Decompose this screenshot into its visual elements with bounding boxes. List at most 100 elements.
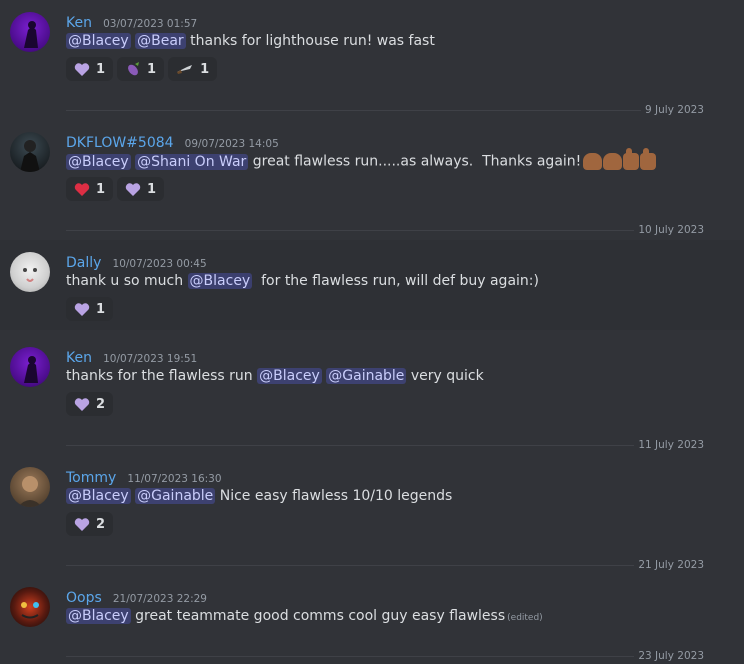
message-header: Ken 10/07/2023 19:51 bbox=[66, 347, 197, 366]
author-name[interactable]: Ken bbox=[66, 350, 92, 366]
reactions: 2 bbox=[66, 392, 114, 416]
user-mention[interactable]: @Gainable bbox=[135, 488, 216, 504]
message-text: great flawless run.....as always. Thanks… bbox=[248, 153, 582, 170]
reaction-button[interactable]: 1 bbox=[66, 177, 114, 201]
reaction-button[interactable]: 1 bbox=[117, 57, 165, 81]
red-heart-icon bbox=[74, 182, 90, 197]
author-name[interactable]: DKFLOW#5084 bbox=[66, 135, 174, 151]
date-divider bbox=[66, 656, 704, 657]
purple-heart-icon bbox=[74, 517, 90, 532]
message: Oops 21/07/2023 22:29 @Blacey great team… bbox=[0, 575, 744, 645]
reaction-count: 1 bbox=[147, 181, 157, 197]
message: Ken 03/07/2023 01:57 @Blacey @Bear thank… bbox=[0, 0, 744, 92]
date-divider bbox=[66, 565, 704, 566]
reaction-count: 1 bbox=[96, 61, 106, 77]
author-name[interactable]: Ken bbox=[66, 15, 92, 31]
message-content: @Blacey great teammate good comms cool g… bbox=[66, 608, 543, 624]
date-divider-label: 10 July 2023 bbox=[634, 224, 704, 236]
purple-heart-icon bbox=[125, 182, 141, 197]
user-mention[interactable]: @Blacey bbox=[66, 33, 131, 49]
reaction-button[interactable]: 1 bbox=[66, 57, 114, 81]
message-text: thanks for the flawless run bbox=[66, 368, 258, 384]
date-divider-label: 9 July 2023 bbox=[641, 104, 704, 116]
user-mention[interactable]: @Shani On War bbox=[135, 153, 249, 170]
reactions: 11 bbox=[66, 177, 165, 201]
user-mention[interactable]: @Blacey bbox=[66, 153, 131, 170]
message-text: Nice easy flawless 10/10 legends bbox=[215, 488, 453, 504]
reaction-count: 1 bbox=[147, 61, 157, 77]
message-content: thank u so much @Blacey for the flawless… bbox=[66, 273, 539, 289]
reaction-count: 2 bbox=[96, 396, 106, 412]
reaction-count: 1 bbox=[96, 301, 106, 317]
timestamp: 09/07/2023 14:05 bbox=[184, 138, 279, 150]
user-mention[interactable]: @Blacey bbox=[66, 608, 131, 624]
user-mention[interactable]: @Gainable bbox=[326, 368, 407, 384]
user-mention[interactable]: @Blacey bbox=[187, 273, 253, 289]
avatar[interactable] bbox=[10, 587, 50, 627]
avatar[interactable] bbox=[10, 132, 50, 172]
message-text: great teammate good comms cool guy easy … bbox=[130, 608, 506, 624]
avatar-cat-icon bbox=[23, 268, 37, 282]
avatar[interactable] bbox=[10, 252, 50, 292]
author-name[interactable]: Oops bbox=[66, 590, 102, 606]
avatar-figure-icon bbox=[24, 356, 38, 383]
avatar-figure-icon bbox=[24, 21, 38, 48]
date-divider-label: 21 July 2023 bbox=[634, 559, 704, 571]
date-divider bbox=[66, 110, 704, 111]
reactions: 1 bbox=[66, 297, 114, 321]
reaction-button[interactable]: 2 bbox=[66, 392, 114, 416]
reaction-count: 2 bbox=[96, 516, 106, 532]
reaction-count: 1 bbox=[96, 181, 106, 197]
user-mention[interactable]: @Bear bbox=[135, 33, 186, 49]
reaction-button[interactable]: 1 bbox=[66, 297, 114, 321]
message-header: Ken 03/07/2023 01:57 bbox=[66, 12, 197, 31]
message: Dally 10/07/2023 00:45 thank u so much @… bbox=[0, 240, 744, 330]
message: Tommy 11/07/2023 16:30 @Blacey @Gainable… bbox=[0, 455, 744, 545]
avatar[interactable] bbox=[10, 347, 50, 387]
message-text: very quick bbox=[406, 368, 484, 384]
message-content: thanks for the flawless run @Blacey @Gai… bbox=[66, 368, 484, 384]
reaction-count: 1 bbox=[200, 61, 210, 77]
message: Ken 10/07/2023 19:51 thanks for the flaw… bbox=[0, 335, 744, 425]
author-name[interactable]: Tommy bbox=[66, 470, 116, 486]
avatar[interactable] bbox=[10, 467, 50, 507]
date-divider bbox=[66, 445, 704, 446]
date-divider-label: 11 July 2023 bbox=[634, 439, 704, 451]
purple-heart-icon bbox=[74, 397, 90, 412]
flexed-biceps-thumbs-up-emoji-icon bbox=[583, 148, 657, 170]
timestamp: 03/07/2023 01:57 bbox=[103, 18, 198, 30]
timestamp: 10/07/2023 00:45 bbox=[112, 258, 207, 270]
avatar-character-icon bbox=[21, 602, 39, 619]
user-mention[interactable]: @Blacey bbox=[257, 368, 322, 384]
message-content: @Blacey @Gainable Nice easy flawless 10/… bbox=[66, 488, 452, 504]
date-divider bbox=[66, 230, 704, 231]
timestamp: 11/07/2023 16:30 bbox=[127, 473, 222, 485]
message-content: @Blacey @Bear thanks for lighthouse run!… bbox=[66, 33, 435, 49]
avatar[interactable] bbox=[10, 12, 50, 52]
message-header: DKFLOW#5084 09/07/2023 14:05 bbox=[66, 132, 279, 151]
purple-heart-icon bbox=[74, 302, 90, 317]
reaction-button[interactable]: 1 bbox=[168, 57, 218, 81]
user-mention[interactable]: @Blacey bbox=[66, 488, 131, 504]
message-content: @Blacey @Shani On War great flawless run… bbox=[66, 148, 657, 170]
eggplant-icon bbox=[125, 61, 141, 77]
author-name[interactable]: Dally bbox=[66, 255, 101, 271]
reactions: 2 bbox=[66, 512, 114, 536]
knife-icon bbox=[176, 63, 194, 75]
avatar-person-icon bbox=[18, 476, 42, 507]
message-header: Tommy 11/07/2023 16:30 bbox=[66, 467, 222, 486]
reaction-button[interactable]: 1 bbox=[117, 177, 165, 201]
message-text: thank u so much bbox=[66, 273, 188, 289]
message-text: thanks for lighthouse run! was fast bbox=[185, 33, 435, 49]
purple-heart-icon bbox=[74, 62, 90, 77]
message-header: Oops 21/07/2023 22:29 bbox=[66, 587, 207, 606]
message: DKFLOW#5084 09/07/2023 14:05 @Blacey @Sh… bbox=[0, 120, 744, 216]
avatar-figure-icon bbox=[20, 140, 40, 172]
message-header: Dally 10/07/2023 00:45 bbox=[66, 252, 207, 271]
message-text: for the flawless run, will def buy again… bbox=[252, 273, 539, 289]
reaction-button[interactable]: 2 bbox=[66, 512, 114, 536]
date-divider-label: 23 July 2023 bbox=[634, 650, 704, 662]
edited-label: (edited) bbox=[507, 613, 543, 623]
reactions: 1 1 1 bbox=[66, 57, 218, 81]
timestamp: 10/07/2023 19:51 bbox=[103, 353, 198, 365]
